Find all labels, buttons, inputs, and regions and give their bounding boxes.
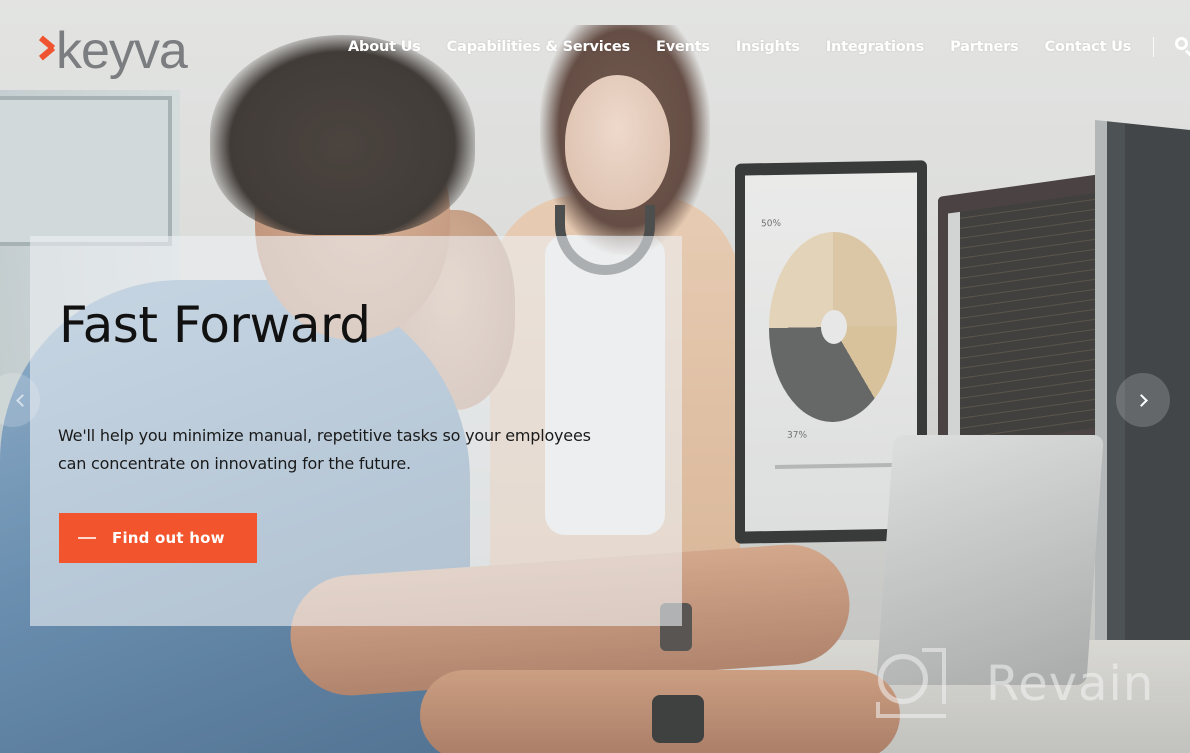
find-out-how-button[interactable]: Find out how [59,513,257,563]
site-logo[interactable]: keyva [38,18,188,80]
nav-divider [1153,37,1155,57]
revain-watermark: Revain [874,646,1154,722]
nav-item-capabilities-services[interactable]: Capabilities & Services [447,39,631,55]
hero-title: Fast Forward [59,296,371,354]
revain-logo-icon [874,646,946,722]
hero-card: Fast Forward We'll help you minimize man… [30,236,682,626]
chevron-right-icon [1134,393,1148,407]
nav-item-events[interactable]: Events [656,39,710,55]
carousel-next-button[interactable] [1116,373,1170,427]
site-header: keyva About Us Capabilities & Services E… [0,0,1190,100]
hero-description: We'll help you minimize manual, repetiti… [58,426,591,473]
nav-item-integrations[interactable]: Integrations [826,39,924,55]
search-icon[interactable] [1174,37,1190,57]
nav-item-about-us[interactable]: About Us [348,39,421,55]
watermark-text: Revain [986,656,1155,712]
chevron-left-icon [15,393,29,407]
nav-item-partners[interactable]: Partners [950,39,1019,55]
nav-item-insights[interactable]: Insights [736,39,800,55]
cta-label: Find out how [112,529,225,547]
main-nav: About Us Capabilities & Services Events … [348,36,1190,58]
logo-text: keyva [56,22,188,80]
dash-icon [78,537,96,539]
nav-item-contact-us[interactable]: Contact Us [1045,39,1132,55]
logo-chevron-icon [38,33,52,63]
